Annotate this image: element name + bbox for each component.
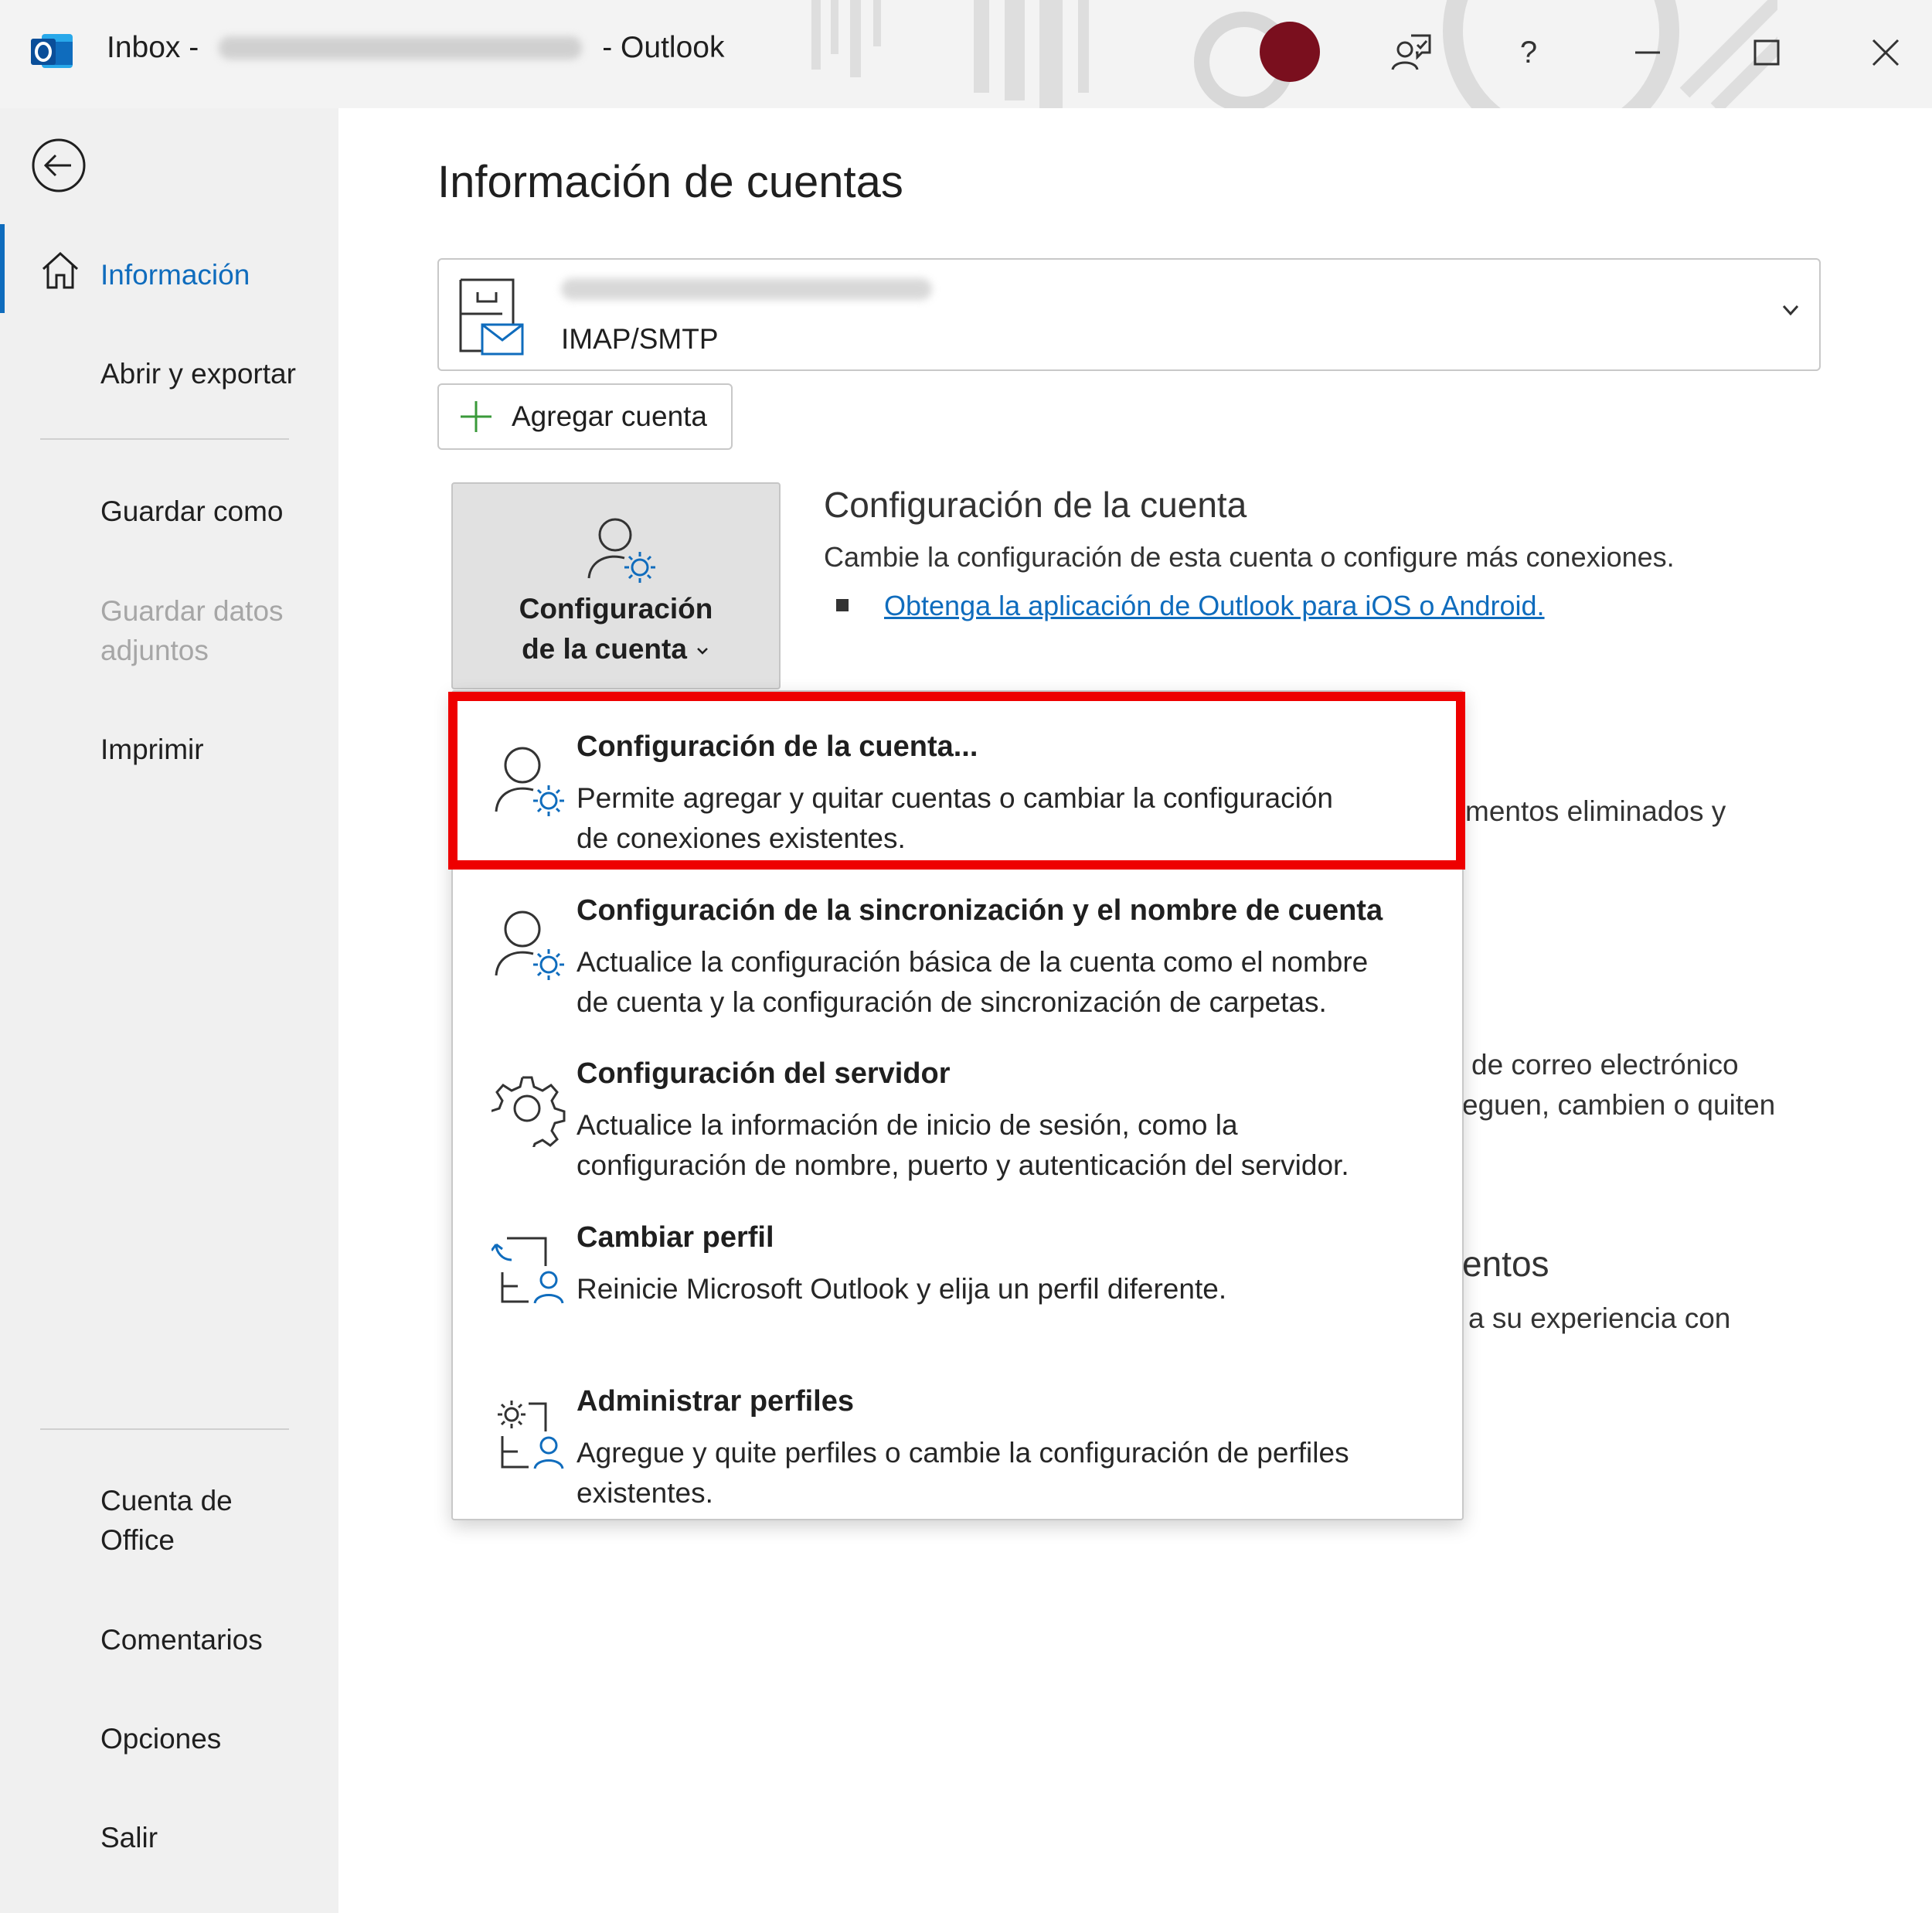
tile-label-line1: Configuración [519,593,713,625]
back-arrow-icon[interactable] [31,138,87,193]
close-icon [1872,39,1900,66]
menu-item-account-settings[interactable]: Configuración de la cuenta... Permite ag… [453,707,1462,870]
window-title-prefix: Inbox - [107,31,199,64]
menu-item-sync-name-settings[interactable]: Configuración de la sincronización y el … [453,871,1462,1033]
menu-item-title: Configuración del servidor [577,1057,951,1090]
chevron-down-icon [697,648,708,655]
menu-item-description: Actualice la configuración básica de la … [577,946,1369,1018]
menu-item-change-profile[interactable]: Cambiar perfil Reinicie Microsoft Outloo… [453,1198,1462,1360]
nav-item-cuenta-office-line2[interactable]: Office [100,1520,175,1561]
manage-profiles-icon [498,1401,564,1469]
account-settings-icon [495,747,564,816]
menu-item-description: Reinicie Microsoft Outlook y elija un pe… [577,1273,1227,1305]
background-text: de correo electrónico [1471,1049,1739,1081]
outlook-app-icon [31,34,73,68]
maximize-button[interactable] [1737,23,1796,82]
account-settings-tile-label: Configuración de la cuenta [453,589,779,669]
nav-item-comentarios[interactable]: Comentarios [100,1620,263,1660]
nav-item-cuenta-office[interactable]: Cuenta de [100,1481,233,1521]
tile-label-line2: de la cuenta [453,629,779,669]
account-selector[interactable]: IMAP/SMTP [437,258,1821,371]
nav-divider [40,438,289,440]
minimize-button[interactable] [1618,23,1677,82]
menu-item-description: Permite agregar y quitar cuentas o cambi… [577,782,1333,854]
background-text: mentos eliminados y [1465,795,1726,827]
page-title: Información de cuentas [437,157,903,207]
account-settings-dropdown: Configuración de la cuenta... Permite ag… [451,690,1464,1520]
account-settings-icon [587,518,655,583]
menu-item-title: Cambiar perfil [577,1221,774,1254]
switch-profile-icon [492,1237,564,1304]
account-settings-icon [495,911,564,980]
bullet [836,599,849,611]
backstage-nav: Información Abrir y exportar Guardar com… [0,108,338,1913]
account-settings-tile[interactable]: Configuración de la cuenta [451,482,781,689]
add-account-label: Agregar cuenta [512,400,708,432]
background-text: eguen, cambien o quiten [1462,1089,1776,1121]
nav-item-opciones[interactable]: Opciones [100,1719,221,1759]
help-label: ? [1519,35,1538,70]
nav-item-guardar-datos-line2: adjuntos [100,635,209,666]
home-icon [42,251,79,289]
gear-icon [492,1076,566,1147]
background-heading: entos [1462,1244,1549,1284]
maximize-icon [1753,39,1780,66]
nav-item-guardar-datos: Guardar datos [100,595,284,627]
chevron-down-icon [1782,305,1799,316]
window-title: Inbox - - Outlook [107,31,724,65]
title-bar: Inbox - - Outlook ? [0,0,1932,108]
close-button[interactable] [1856,23,1915,82]
section-description: Cambie la configuración de esta cuenta o… [824,541,1675,573]
mobile-app-link[interactable]: Obtenga la aplicación de Outlook para iO… [884,590,1545,622]
nav-item-guardar-como[interactable]: Guardar como [100,492,284,532]
plus-icon [461,401,492,432]
menu-item-title: Configuración de la sincronización y el … [577,894,1383,927]
menu-item-title: Configuración de la cuenta... [577,730,978,763]
mail-account-icon [459,278,524,356]
section-title: Configuración de la cuenta [824,485,1247,525]
menu-item-title: Administrar perfiles [577,1385,854,1418]
nav-item-salir[interactable]: Salir [100,1818,158,1858]
user-avatar[interactable] [1260,22,1320,82]
nav-item-abrir-exportar[interactable]: Abrir y exportar [100,354,296,394]
redacted-email [219,36,583,60]
background-text: a su experiencia con [1468,1302,1731,1334]
menu-item-description: Actualice la información de inicio de se… [577,1109,1349,1181]
redacted-account-email [561,278,932,300]
help-button[interactable]: ? [1499,23,1558,82]
account-type: IMAP/SMTP [561,323,719,355]
nav-item-informacion[interactable]: Información [100,255,250,295]
nav-active-indicator [0,224,5,313]
add-account-button[interactable]: Agregar cuenta [437,383,733,450]
menu-item-description: Agregue y quite perfiles o cambie la con… [577,1437,1349,1509]
window-title-suffix: - Outlook [602,31,725,64]
menu-item-server-settings[interactable]: Configuración del servidor Actualice la … [453,1034,1462,1196]
minimize-icon [1635,51,1660,54]
nav-item-imprimir[interactable]: Imprimir [100,730,204,770]
nav-divider [40,1428,289,1430]
feedback-icon[interactable] [1382,23,1440,82]
menu-item-manage-profiles[interactable]: Administrar perfiles Agregue y quite per… [453,1362,1462,1524]
